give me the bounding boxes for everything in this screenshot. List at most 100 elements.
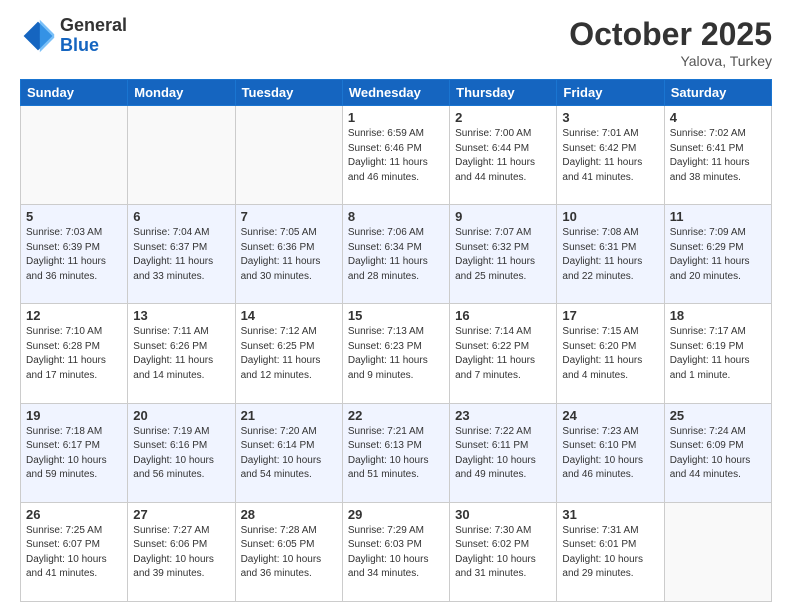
calendar-cell: 9 Sunrise: 7:07 AM Sunset: 6:32 PM Daylig… (450, 205, 557, 304)
calendar-cell: 27Sunrise: 7:27 AM Sunset: 6:06 PM Dayli… (128, 502, 235, 601)
logo-general: General (60, 15, 127, 35)
calendar-cell: 13 Sunrise: 7:11 AM Sunset: 6:26 PM Dayli… (128, 304, 235, 403)
calendar-cell: 28Sunrise: 7:28 AM Sunset: 6:05 PM Dayli… (235, 502, 342, 601)
logo-icon (20, 18, 56, 54)
day-info: Sunrise: 7:11 AM Sunset: 6:26 PM Dayligh… (133, 325, 229, 383)
day-info: Sunrise: 7:13 AM Sunset: 6:23 PM Dayligh… (348, 325, 444, 383)
day-number: 18 (670, 308, 766, 323)
day-number: 10 (562, 209, 658, 224)
day-number: 25 (670, 408, 766, 423)
logo: General Blue (20, 16, 127, 56)
day-info: Sunrise: 7:14 AM Sunset: 6:22 PM Dayligh… (455, 325, 551, 383)
calendar-cell (21, 106, 128, 205)
calendar-cell: 5 Sunrise: 7:03 AM Sunset: 6:39 PM Daylig… (21, 205, 128, 304)
calendar-cell: 11 Sunrise: 7:09 AM Sunset: 6:29 PM Dayli… (664, 205, 771, 304)
day-number: 17 (562, 308, 658, 323)
day-number: 24 (562, 408, 658, 423)
calendar-week-0: 1 Sunrise: 6:59 AM Sunset: 6:46 PM Daylig… (21, 106, 772, 205)
calendar-cell: 26Sunrise: 7:25 AM Sunset: 6:07 PM Dayli… (21, 502, 128, 601)
day-info: Sunrise: 7:12 AM Sunset: 6:25 PM Dayligh… (241, 325, 337, 383)
day-info: Sunrise: 7:00 AM Sunset: 6:44 PM Dayligh… (455, 127, 551, 185)
calendar-cell: 31 Sunrise: 7:31 AM Sunset: 6:01 PM Dayli… (557, 502, 664, 601)
title-month: October 2025 (569, 16, 772, 53)
day-number: 7 (241, 209, 337, 224)
calendar-cell: 12 Sunrise: 7:10 AM Sunset: 6:28 PM Dayli… (21, 304, 128, 403)
calendar-week-2: 12 Sunrise: 7:10 AM Sunset: 6:28 PM Dayli… (21, 304, 772, 403)
calendar-cell: 15Sunrise: 7:13 AM Sunset: 6:23 PM Dayli… (342, 304, 449, 403)
col-header-tuesday: Tuesday (235, 80, 342, 106)
day-number: 9 (455, 209, 551, 224)
calendar-cell: 23 Sunrise: 7:22 AM Sunset: 6:11 PM Dayli… (450, 403, 557, 502)
day-number: 31 (562, 507, 658, 522)
day-info: Sunrise: 7:15 AM Sunset: 6:20 PM Dayligh… (562, 325, 658, 383)
day-number: 13 (133, 308, 229, 323)
day-number: 27 (133, 507, 229, 522)
calendar-cell: 8Sunrise: 7:06 AM Sunset: 6:34 PM Daylig… (342, 205, 449, 304)
day-number: 5 (26, 209, 122, 224)
day-info: Sunrise: 7:29 AM Sunset: 6:03 PM Dayligh… (348, 524, 444, 582)
calendar-cell (664, 502, 771, 601)
day-number: 1 (348, 110, 444, 125)
calendar-cell: 19Sunrise: 7:18 AM Sunset: 6:17 PM Dayli… (21, 403, 128, 502)
logo-text: General Blue (60, 16, 127, 56)
calendar-week-3: 19Sunrise: 7:18 AM Sunset: 6:17 PM Dayli… (21, 403, 772, 502)
day-info: Sunrise: 7:09 AM Sunset: 6:29 PM Dayligh… (670, 226, 766, 284)
calendar-cell: 18 Sunrise: 7:17 AM Sunset: 6:19 PM Dayli… (664, 304, 771, 403)
day-info: Sunrise: 7:22 AM Sunset: 6:11 PM Dayligh… (455, 425, 551, 483)
col-header-saturday: Saturday (664, 80, 771, 106)
day-number: 21 (241, 408, 337, 423)
page: General Blue October 2025 Yalova, Turkey… (0, 0, 792, 612)
col-header-monday: Monday (128, 80, 235, 106)
day-number: 28 (241, 507, 337, 522)
calendar-cell: 3Sunrise: 7:01 AM Sunset: 6:42 PM Daylig… (557, 106, 664, 205)
day-info: Sunrise: 7:10 AM Sunset: 6:28 PM Dayligh… (26, 325, 122, 383)
col-header-wednesday: Wednesday (342, 80, 449, 106)
day-number: 26 (26, 507, 122, 522)
calendar-cell: 30 Sunrise: 7:30 AM Sunset: 6:02 PM Dayli… (450, 502, 557, 601)
day-number: 22 (348, 408, 444, 423)
col-header-thursday: Thursday (450, 80, 557, 106)
calendar-week-1: 5 Sunrise: 7:03 AM Sunset: 6:39 PM Daylig… (21, 205, 772, 304)
calendar-table: SundayMondayTuesdayWednesdayThursdayFrid… (20, 79, 772, 602)
day-info: Sunrise: 7:03 AM Sunset: 6:39 PM Dayligh… (26, 226, 122, 284)
day-number: 3 (562, 110, 658, 125)
day-number: 30 (455, 507, 551, 522)
calendar-cell (128, 106, 235, 205)
day-number: 8 (348, 209, 444, 224)
calendar-cell: 22 Sunrise: 7:21 AM Sunset: 6:13 PM Dayli… (342, 403, 449, 502)
day-info: Sunrise: 7:04 AM Sunset: 6:37 PM Dayligh… (133, 226, 229, 284)
day-info: Sunrise: 7:07 AM Sunset: 6:32 PM Dayligh… (455, 226, 551, 284)
calendar-cell: 25Sunrise: 7:24 AM Sunset: 6:09 PM Dayli… (664, 403, 771, 502)
calendar-cell: 4Sunrise: 7:02 AM Sunset: 6:41 PM Daylig… (664, 106, 771, 205)
calendar-header-row: SundayMondayTuesdayWednesdayThursdayFrid… (21, 80, 772, 106)
day-info: Sunrise: 7:23 AM Sunset: 6:10 PM Dayligh… (562, 425, 658, 483)
day-info: Sunrise: 7:31 AM Sunset: 6:01 PM Dayligh… (562, 524, 658, 582)
day-number: 19 (26, 408, 122, 423)
calendar-cell: 14 Sunrise: 7:12 AM Sunset: 6:25 PM Dayli… (235, 304, 342, 403)
day-info: Sunrise: 7:17 AM Sunset: 6:19 PM Dayligh… (670, 325, 766, 383)
calendar-cell: 2Sunrise: 7:00 AM Sunset: 6:44 PM Daylig… (450, 106, 557, 205)
calendar-week-4: 26Sunrise: 7:25 AM Sunset: 6:07 PM Dayli… (21, 502, 772, 601)
calendar-cell: 6Sunrise: 7:04 AM Sunset: 6:37 PM Daylig… (128, 205, 235, 304)
calendar-cell: 29Sunrise: 7:29 AM Sunset: 6:03 PM Dayli… (342, 502, 449, 601)
day-info: Sunrise: 7:21 AM Sunset: 6:13 PM Dayligh… (348, 425, 444, 483)
day-number: 11 (670, 209, 766, 224)
day-info: Sunrise: 7:05 AM Sunset: 6:36 PM Dayligh… (241, 226, 337, 284)
day-number: 23 (455, 408, 551, 423)
day-info: Sunrise: 7:30 AM Sunset: 6:02 PM Dayligh… (455, 524, 551, 582)
day-number: 12 (26, 308, 122, 323)
calendar-cell: 16Sunrise: 7:14 AM Sunset: 6:22 PM Dayli… (450, 304, 557, 403)
calendar-cell: 7 Sunrise: 7:05 AM Sunset: 6:36 PM Daylig… (235, 205, 342, 304)
calendar-cell (235, 106, 342, 205)
logo-blue: Blue (60, 35, 99, 55)
title-block: October 2025 Yalova, Turkey (569, 16, 772, 69)
header: General Blue October 2025 Yalova, Turkey (20, 16, 772, 69)
col-header-sunday: Sunday (21, 80, 128, 106)
day-info: Sunrise: 7:19 AM Sunset: 6:16 PM Dayligh… (133, 425, 229, 483)
day-info: Sunrise: 6:59 AM Sunset: 6:46 PM Dayligh… (348, 127, 444, 185)
col-header-friday: Friday (557, 80, 664, 106)
day-info: Sunrise: 7:02 AM Sunset: 6:41 PM Dayligh… (670, 127, 766, 185)
day-number: 14 (241, 308, 337, 323)
day-info: Sunrise: 7:08 AM Sunset: 6:31 PM Dayligh… (562, 226, 658, 284)
day-info: Sunrise: 7:20 AM Sunset: 6:14 PM Dayligh… (241, 425, 337, 483)
